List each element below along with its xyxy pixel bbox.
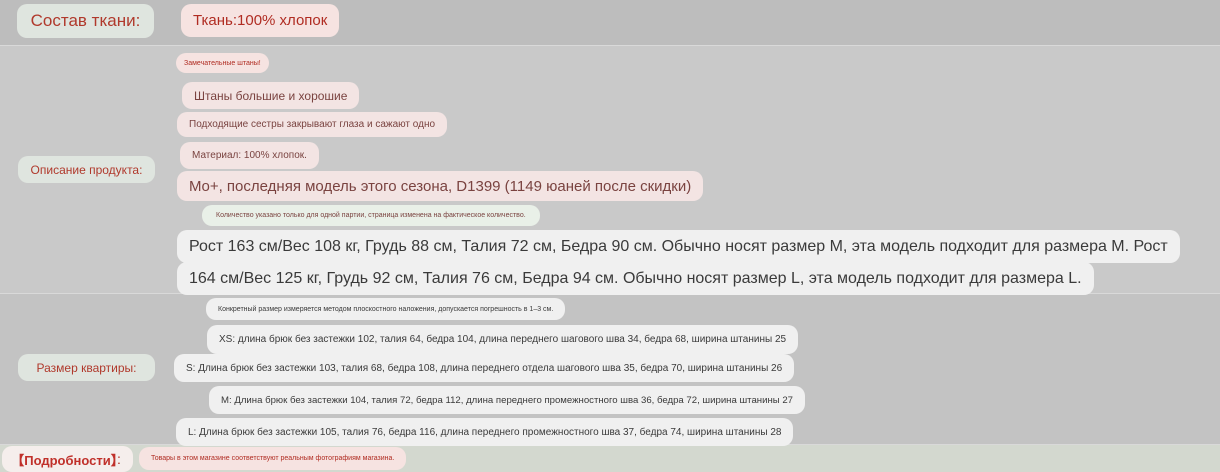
model-measurements-line: Рост 163 см/Вес 108 кг, Грудь 88 см, Тал… — [177, 230, 1180, 263]
size-label: Размер квартиры: — [18, 354, 155, 381]
details-value: Товары в этом магазине соответствуют реа… — [139, 447, 407, 470]
description-line: Штаны большие и хорошие — [182, 82, 360, 109]
details-label: 【Подробности】 — [2, 446, 133, 472]
description-line: Mo+, последняя модель этого сезона, D139… — [177, 171, 704, 201]
description-line: Количество указано только для одной парт… — [202, 205, 540, 226]
description-label: Описание продукта: — [18, 156, 155, 183]
fabric-label: Состав ткани: — [17, 4, 154, 38]
size-row: L: Длина брюк без застежки 105, талия 76… — [176, 418, 794, 446]
size-row: S: Длина брюк без застежки 103, талия 68… — [174, 354, 795, 382]
size-note: Конкретный размер измеряется методом пло… — [206, 298, 566, 320]
size-row: M: Длина брюк без застежки 104, талия 72… — [209, 386, 805, 414]
fabric-value: Ткань:100% хлопок — [181, 4, 340, 37]
description-line: Подходящие сестры закрывают глаза и сажа… — [177, 112, 448, 137]
details-colon: : — [117, 451, 121, 467]
size-row: XS: длина брюк без застежки 102, талия 6… — [207, 325, 799, 354]
description-line: Замечательные штаны! — [176, 53, 269, 73]
divider — [0, 45, 1220, 46]
description-line: Материал: 100% хлопок. — [180, 142, 319, 169]
model-measurements-line: 164 см/Вес 125 кг, Грудь 92 см, Талия 76… — [177, 262, 1094, 295]
